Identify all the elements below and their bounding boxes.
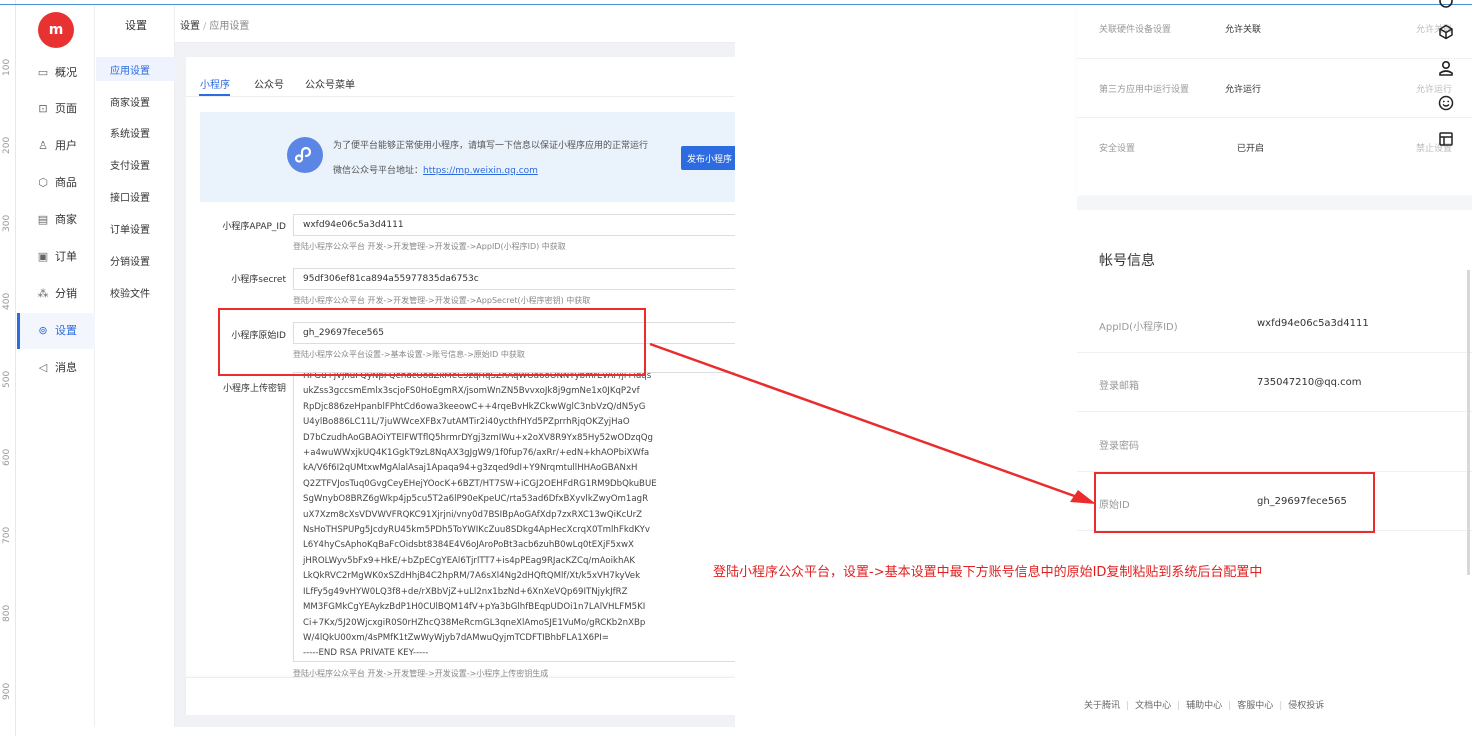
breadcrumb: 设置 / 应用设置 xyxy=(180,17,249,32)
row-divider xyxy=(1077,117,1472,118)
settings-subnav xyxy=(95,5,175,727)
publish-miniprogram-button[interactable]: 发布小程序 xyxy=(681,146,735,170)
box-icon: ⬡ xyxy=(38,175,48,189)
row-divider xyxy=(1077,58,1472,59)
upload-key-label: 小程序上传密钥 xyxy=(222,384,286,394)
vertical-ruler: 100 200 300 400 500 600 700 800 900 xyxy=(0,0,16,736)
annotation-arrow xyxy=(649,342,1096,504)
highlight-box-origin-id-account xyxy=(1094,472,1375,533)
gear-icon: ⊚ xyxy=(38,323,48,337)
sidebar-item-label: 用户 xyxy=(55,139,77,152)
security-setting-value: 已开启 xyxy=(1237,144,1265,154)
appid-hint: 登陆小程序公众平台 开发->开发管理->开发设置->AppID(小程序ID) 中… xyxy=(293,242,566,251)
user-icon[interactable] xyxy=(1437,59,1455,77)
row-divider xyxy=(1077,411,1472,412)
tab-divider xyxy=(186,96,735,97)
sidebar-item-label: 订单 xyxy=(55,250,77,263)
sidebar-item-label: 商家 xyxy=(55,213,77,226)
sidebar-item-label: 设置 xyxy=(55,324,77,337)
ruler-tick: 100 xyxy=(2,58,12,76)
footer-links: 关于腾讯 | 文档中心 | 辅助中心 | 客服中心 | 侵权投诉 xyxy=(1084,701,1325,711)
footer-link-about[interactable]: 关于腾讯 xyxy=(1084,701,1120,711)
speaker-icon: ◁ xyxy=(38,360,48,374)
tab-miniprogram[interactable]: 小程序 xyxy=(200,76,230,91)
footer-link-help[interactable]: 辅助中心 xyxy=(1186,701,1222,711)
ruler-tick: 800 xyxy=(2,604,12,622)
notice-url-label: 微信公众号平台地址： xyxy=(333,166,424,176)
sidebar-item-label: 分销 xyxy=(55,287,77,300)
store-icon: ▤ xyxy=(37,212,49,226)
form-footer-bar xyxy=(186,677,735,715)
ruler-tick: 200 xyxy=(2,136,12,154)
account-appid-label: AppID(小程序ID) xyxy=(1099,322,1178,333)
hardware-setting-label: 关联硬件设备设置 xyxy=(1099,25,1172,35)
secret-hint: 登陆小程序公众平台 开发->开发管理->开发设置->AppSecret(小程序密… xyxy=(293,296,591,305)
security-setting-label: 安全设置 xyxy=(1099,144,1136,154)
cube-icon[interactable] xyxy=(1437,23,1455,41)
sidebar-item-label: 页面 xyxy=(55,102,77,115)
account-appid-value: wxfd94e06c5a3d4111 xyxy=(1257,318,1369,329)
upload-key-text: HFGu+jVjnuFQyNpFQehdcUodZkMeC9zqHqSZnAqW… xyxy=(303,372,657,659)
top-header xyxy=(175,5,735,43)
footer-link-service[interactable]: 客服中心 xyxy=(1237,701,1273,711)
subnav-item-merchant-settings[interactable]: 商家设置 xyxy=(110,94,150,109)
subnav-item-order-settings[interactable]: 订单设置 xyxy=(110,221,150,236)
breadcrumb-current: 应用设置 xyxy=(209,21,250,32)
wechat-platform-link[interactable]: https://mp.weixin.qq.com xyxy=(423,166,538,176)
sidebar-item-label: 消息 xyxy=(55,361,77,374)
share-network-icon: ⁂ xyxy=(37,286,49,300)
thirdparty-setting-label: 第三方应用中运行设置 xyxy=(1099,85,1190,95)
circle-icon[interactable] xyxy=(1437,0,1455,10)
appid-label: 小程序APAP_ID xyxy=(222,222,286,232)
order-icon: ▣ xyxy=(37,249,49,263)
tab-official-account[interactable]: 公众号 xyxy=(254,76,284,91)
page-icon: ⊡ xyxy=(38,101,48,115)
layout-icon[interactable] xyxy=(1437,130,1455,148)
notice-text: 为了便平台能够正常使用小程序，请填写一下信息以保证小程序应用的正常运行 xyxy=(333,141,649,151)
section-separator xyxy=(1077,196,1472,210)
app-logo[interactable]: m xyxy=(38,12,74,48)
info-notice xyxy=(200,112,735,202)
ruler-tick: 500 xyxy=(2,370,12,388)
sidebar-item-label: 概况 xyxy=(55,66,77,79)
footer-link-docs[interactable]: 文档中心 xyxy=(1135,701,1171,711)
secret-label: 小程序secret xyxy=(231,275,286,285)
account-info-title: 帐号信息 xyxy=(1099,253,1155,269)
ruler-tick: 700 xyxy=(2,526,12,544)
ruler-tick: 600 xyxy=(2,448,12,466)
ruler-tick: 900 xyxy=(2,682,12,700)
highlight-box-origin-id-field xyxy=(218,308,646,376)
ruler-tick: 400 xyxy=(2,292,12,310)
footer-link-report[interactable]: 侵权投诉 xyxy=(1288,701,1324,711)
tab-official-account-menu[interactable]: 公众号菜单 xyxy=(305,76,355,91)
subnav-item-payment-settings[interactable]: 支付设置 xyxy=(110,157,150,172)
scrollbar[interactable] xyxy=(1467,270,1470,575)
subnav-item-app-settings[interactable]: 应用设置 xyxy=(110,62,150,77)
smiley-icon[interactable] xyxy=(1437,94,1455,112)
row-divider xyxy=(1077,352,1472,353)
subnav-item-verify-file[interactable]: 校验文件 xyxy=(110,285,150,300)
ruler-tick: 300 xyxy=(2,214,12,232)
account-email-value: 735047210@qq.com xyxy=(1257,377,1362,388)
breadcrumb-root[interactable]: 设置 xyxy=(180,21,200,32)
appid-input[interactable] xyxy=(293,214,735,236)
dashboard-icon: ▭ xyxy=(37,65,49,79)
sidebar-item-label: 商品 xyxy=(55,176,77,189)
subnav-item-api-settings[interactable]: 接口设置 xyxy=(110,189,150,204)
thirdparty-setting-value: 允许运行 xyxy=(1225,85,1262,95)
annotation-instruction: 登陆小程序公众平台，设置->基本设置中最下方账号信息中的原始ID复制粘贴到系统后… xyxy=(713,565,1263,580)
notice-url-line: 微信公众号平台地址：https://mp.weixin.qq.com xyxy=(333,163,538,176)
secret-input[interactable] xyxy=(293,268,735,290)
subnav-item-system-settings[interactable]: 系统设置 xyxy=(110,125,150,140)
breadcrumb-separator: / xyxy=(203,21,207,32)
hardware-setting-value: 允许关联 xyxy=(1225,25,1262,35)
subnav-item-distribution-settings[interactable]: 分销设置 xyxy=(110,253,150,268)
user-icon: ♙ xyxy=(38,138,48,152)
miniprogram-icon xyxy=(287,137,323,173)
subnav-title: 设置 xyxy=(125,19,147,32)
